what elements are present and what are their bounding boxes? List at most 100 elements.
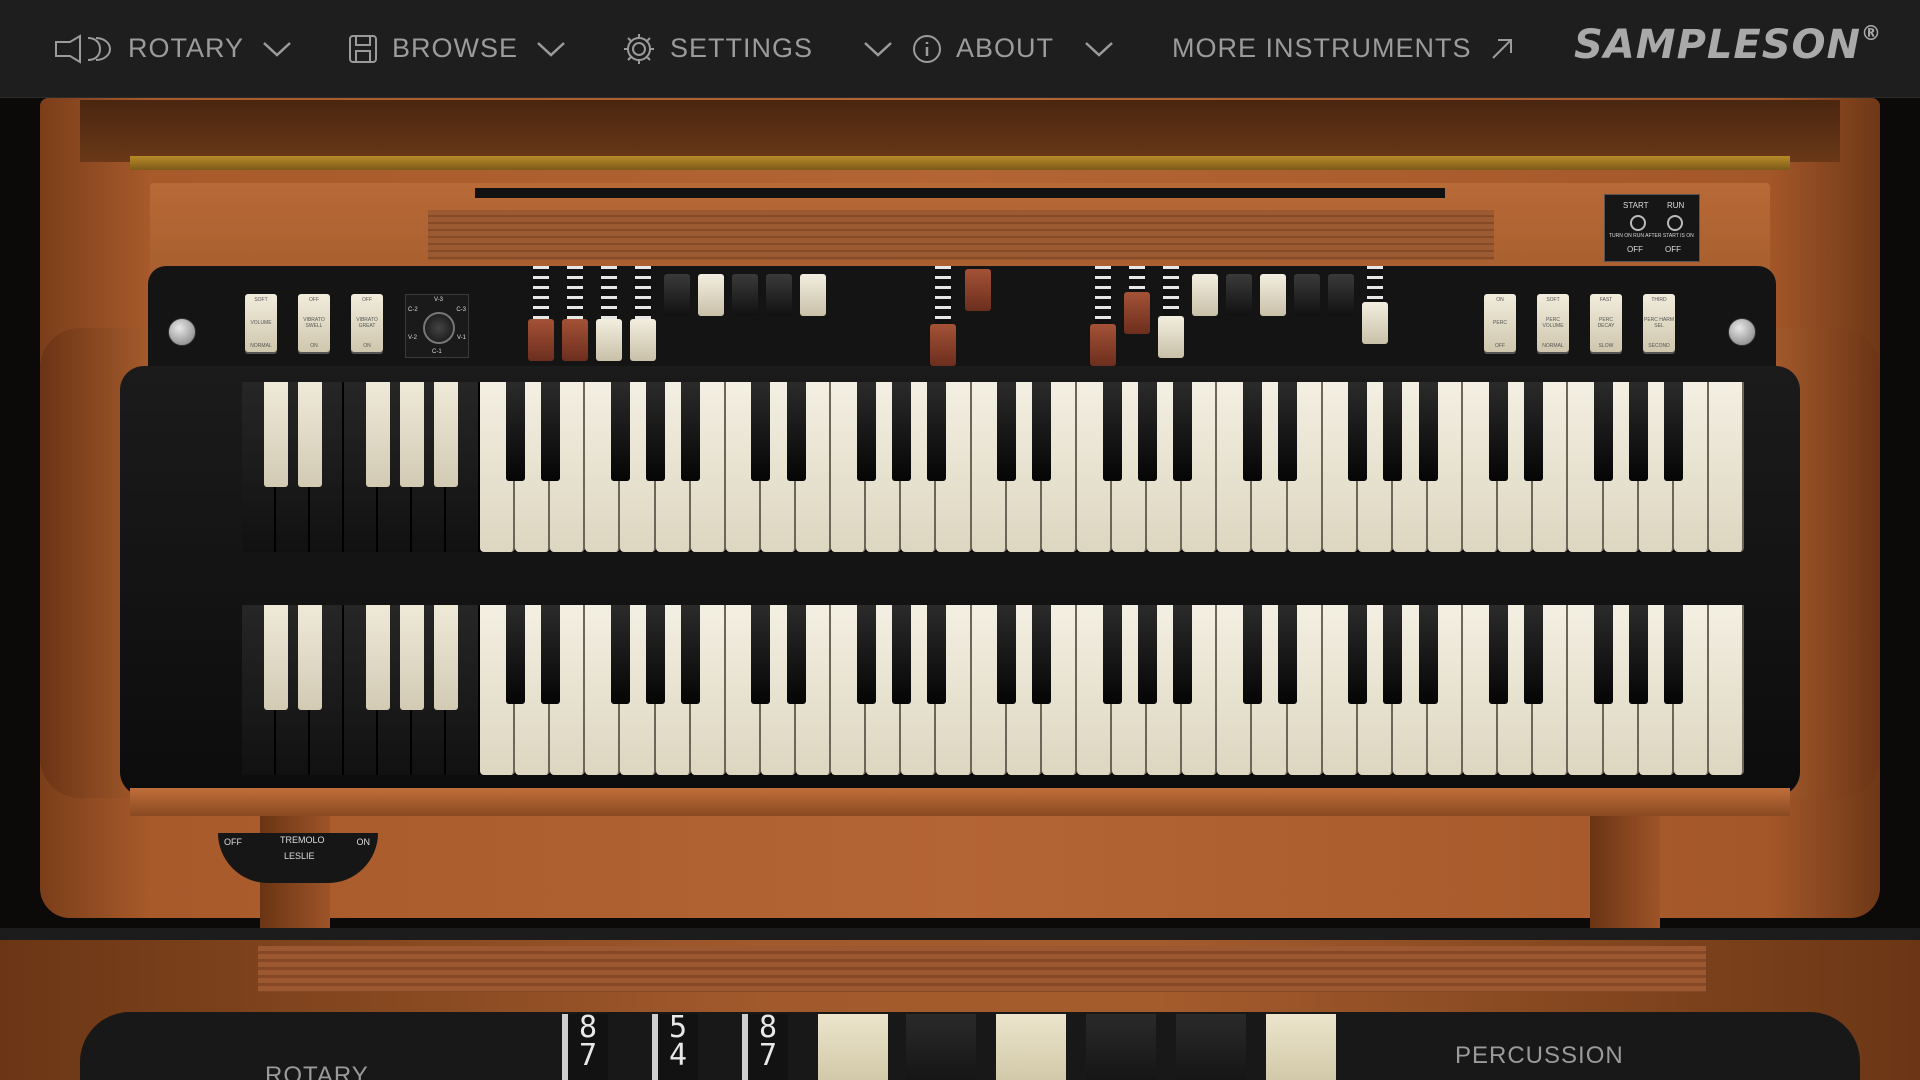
preset-key[interactable] [298, 382, 322, 488]
black-key[interactable] [505, 382, 525, 481]
preset-key[interactable] [434, 605, 458, 711]
bottom-tab-5[interactable] [1176, 1014, 1246, 1080]
white-key[interactable] [1708, 605, 1744, 775]
black-key[interactable] [540, 605, 560, 704]
black-key[interactable] [1383, 382, 1403, 481]
black-key[interactable] [646, 382, 666, 481]
black-key[interactable] [1418, 605, 1438, 704]
drawbar-pedal-1[interactable] [930, 266, 956, 366]
black-key[interactable] [751, 605, 771, 704]
black-key[interactable] [1523, 605, 1543, 704]
black-key[interactable] [1172, 382, 1192, 481]
black-key[interactable] [1172, 605, 1192, 704]
vibrato-chorus-knob[interactable]: C-2 V-3 C-3 V-2 V-1 C-1 [405, 294, 469, 358]
preset-key[interactable] [264, 382, 288, 488]
black-key[interactable] [786, 605, 806, 704]
bottom-tab-4[interactable] [1086, 1014, 1156, 1080]
upper-manual-keyboard[interactable] [242, 382, 1744, 552]
rotary-menu[interactable]: ROTARY [52, 0, 292, 97]
drawbar-upper-2[interactable] [562, 266, 588, 361]
black-key[interactable] [610, 382, 630, 481]
black-key[interactable] [1629, 382, 1649, 481]
bottom-tab-1[interactable] [818, 1014, 888, 1080]
black-key[interactable] [1032, 382, 1052, 481]
black-key[interactable] [646, 605, 666, 704]
browse-menu[interactable]: BROWSE [348, 0, 566, 97]
black-key[interactable] [786, 382, 806, 481]
drawbar-lower-5[interactable] [1226, 266, 1252, 316]
black-key[interactable] [1102, 605, 1122, 704]
black-key[interactable] [1418, 382, 1438, 481]
black-key[interactable] [856, 382, 876, 481]
black-key[interactable] [1032, 605, 1052, 704]
black-key[interactable] [540, 382, 560, 481]
drawbar-upper-5[interactable] [664, 266, 690, 316]
sampleson-logo[interactable]: SAMPLESON® [1574, 21, 1882, 68]
black-key[interactable] [997, 382, 1017, 481]
black-key[interactable] [610, 605, 630, 704]
black-key[interactable] [1383, 605, 1403, 704]
perc-volume-tab[interactable]: SOFT PERC VOLUME NORMAL [1537, 294, 1569, 352]
black-key[interactable] [1594, 382, 1614, 481]
black-key[interactable] [856, 605, 876, 704]
white-key[interactable] [1708, 382, 1744, 552]
black-key[interactable] [1137, 382, 1157, 481]
black-key[interactable] [681, 382, 701, 481]
black-key[interactable] [505, 605, 525, 704]
drawbar-upper-8[interactable] [766, 266, 792, 316]
perc-decay-tab[interactable]: FAST PERC DECAY SLOW [1590, 294, 1622, 352]
black-key[interactable] [1488, 382, 1508, 481]
drawbar-upper-6[interactable] [698, 266, 724, 316]
black-key[interactable] [997, 605, 1017, 704]
preset-key[interactable] [298, 605, 322, 711]
black-key[interactable] [926, 605, 946, 704]
black-key[interactable] [751, 382, 771, 481]
black-key[interactable] [1278, 382, 1298, 481]
volume-tab[interactable]: SOFT VOLUME NORMAL [245, 294, 277, 352]
drawbar-upper-9[interactable] [800, 266, 826, 316]
preset-key[interactable] [400, 605, 424, 711]
preset-key[interactable] [366, 382, 390, 488]
settings-menu[interactable]: SETTINGS [622, 0, 893, 97]
black-key[interactable] [1137, 605, 1157, 704]
drawbar-lower-9[interactable] [1362, 266, 1388, 344]
perc-on-tab[interactable]: ON PERC OFF [1484, 294, 1516, 352]
drawbar-lower-2[interactable] [1124, 266, 1150, 334]
drawbar-number-strip-3[interactable]: 87 [742, 1013, 788, 1080]
preset-key[interactable] [434, 382, 458, 488]
black-key[interactable] [1664, 382, 1684, 481]
black-key[interactable] [1523, 382, 1543, 481]
black-key[interactable] [1594, 605, 1614, 704]
preset-key[interactable] [264, 605, 288, 711]
black-key[interactable] [681, 605, 701, 704]
black-key[interactable] [1242, 605, 1262, 704]
lower-manual-keyboard[interactable] [242, 605, 1744, 775]
drawbar-upper-1[interactable] [528, 266, 554, 361]
drawbar-lower-4[interactable] [1192, 266, 1218, 316]
drawbar-number-strip-1[interactable]: 87 [562, 1013, 608, 1080]
vibrato-knob-dial[interactable] [423, 312, 455, 344]
vibrato-great-tab[interactable]: OFF VIBRATO GREAT ON [351, 294, 383, 352]
black-key[interactable] [926, 382, 946, 481]
drawbar-lower-1[interactable] [1090, 266, 1116, 366]
run-switch-knob[interactable] [1667, 215, 1683, 231]
black-key[interactable] [891, 605, 911, 704]
black-key[interactable] [1278, 605, 1298, 704]
drawbar-pedal-2[interactable] [965, 266, 991, 311]
drawbar-upper-4[interactable] [630, 266, 656, 361]
black-key[interactable] [1348, 382, 1368, 481]
black-key[interactable] [1488, 605, 1508, 704]
perc-harmonic-tab[interactable]: THIRD PERC HARM SEL SECOND [1643, 294, 1675, 352]
drawbar-lower-7[interactable] [1294, 266, 1320, 316]
black-key[interactable] [1242, 382, 1262, 481]
drawbar-upper-7[interactable] [732, 266, 758, 316]
drawbar-lower-8[interactable] [1328, 266, 1354, 316]
black-key[interactable] [1348, 605, 1368, 704]
preset-key[interactable] [400, 382, 424, 488]
start-switch-knob[interactable] [1630, 215, 1646, 231]
vibrato-swell-tab[interactable]: OFF VIBRATO SWELL ON [298, 294, 330, 352]
bottom-tab-2[interactable] [906, 1014, 976, 1080]
black-key[interactable] [1629, 605, 1649, 704]
preset-key[interactable] [366, 605, 390, 711]
black-key[interactable] [891, 382, 911, 481]
